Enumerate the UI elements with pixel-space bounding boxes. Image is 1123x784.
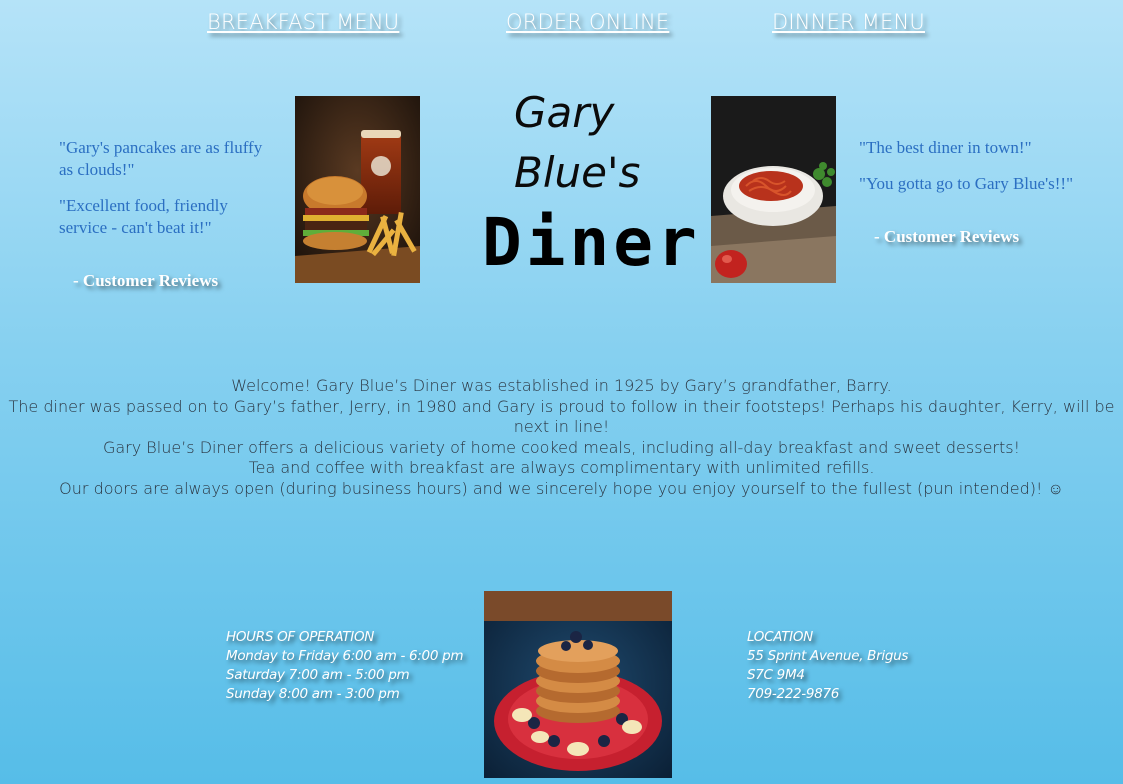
- review-attribution: - Customer Reviews: [73, 271, 219, 290]
- burger-photo: [295, 96, 420, 283]
- dinner-menu-link[interactable]: DINNER MENU: [772, 10, 925, 34]
- order-online-link[interactable]: ORDER ONLINE: [506, 10, 669, 34]
- pancake-image: [484, 591, 672, 778]
- welcome-line: Our doors are always open (during busine…: [59, 478, 1064, 498]
- logo-line-blues: Blue's: [514, 148, 641, 197]
- hours-of-operation: HOURS OF OPERATION Monday to Friday 6:00…: [226, 628, 464, 704]
- review-quote: "The best diner in town!": [859, 138, 1032, 157]
- welcome-line: Gary Blue’s Diner offers a delicious var…: [102, 437, 1021, 457]
- welcome-line: The diner was passed on to Gary’s father…: [8, 396, 1115, 437]
- welcome-line: Welcome! Gary Blue’s Diner was establish…: [231, 376, 892, 395]
- pancake-photo: [484, 591, 672, 778]
- location-postal-code: S7C 9M4: [747, 667, 805, 683]
- review-attribution: - Customer Reviews: [874, 227, 1020, 246]
- review-quote: "You gotta go to Gary Blue's!!": [859, 174, 1074, 193]
- welcome-message: Welcome! Gary Blue’s Diner was establish…: [0, 376, 1123, 499]
- review-quote: "Excellent food, friendly service - can'…: [59, 196, 228, 237]
- hours-heading: HOURS OF OPERATION: [226, 629, 375, 645]
- hours-line: Monday to Friday 6:00 am - 6:00 pm: [226, 648, 464, 664]
- review-quote: "Gary's pancakes are as fluffy as clouds…: [59, 138, 263, 179]
- location-address: 55 Sprint Avenue, Brigus: [747, 648, 909, 664]
- location-info: LOCATION 55 Sprint Avenue, Brigus S7C 9M…: [747, 628, 908, 704]
- logo-line-gary: Gary: [514, 88, 615, 137]
- logo-line-diner: Diner: [482, 204, 701, 281]
- location-heading: LOCATION: [747, 629, 813, 645]
- welcome-line: Tea and coffee with breakfast are always…: [248, 458, 875, 477]
- hours-line: Saturday 7:00 am - 5:00 pm: [226, 667, 410, 683]
- pasta-photo: [711, 96, 836, 283]
- location-phone[interactable]: 709-222-9876: [747, 685, 908, 704]
- burger-image: [295, 96, 420, 283]
- hours-line: Sunday 8:00 am - 3:00 pm: [226, 686, 400, 702]
- breakfast-menu-link[interactable]: BREAKFAST MENU: [207, 10, 399, 34]
- pasta-image: [711, 96, 836, 283]
